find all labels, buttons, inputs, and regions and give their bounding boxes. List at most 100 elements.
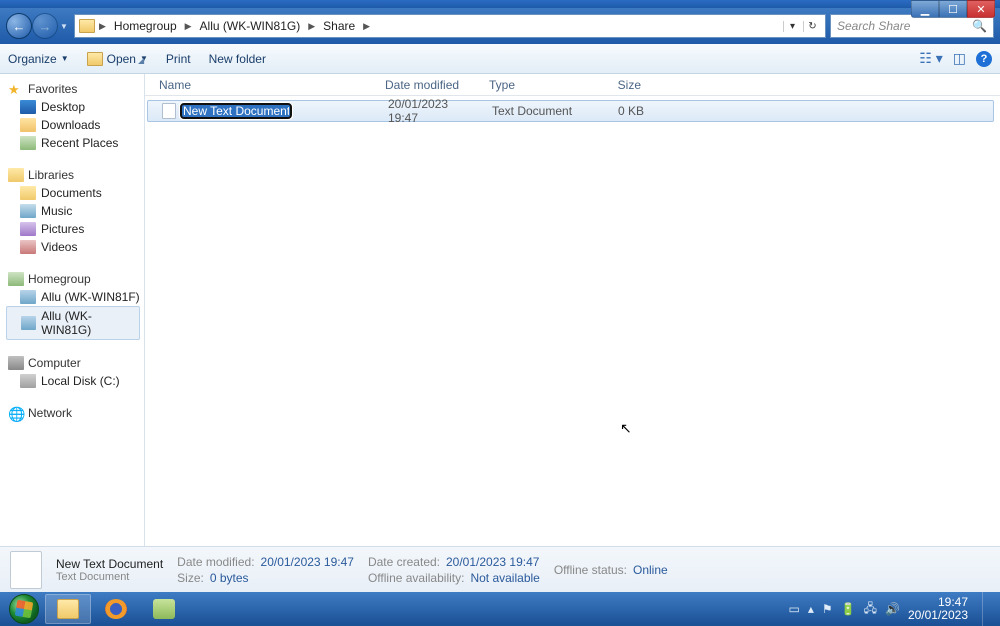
print-button[interactable]: Print [166, 52, 191, 66]
breadcrumb-item[interactable]: Homegroup [110, 17, 181, 35]
homegroup-icon [8, 272, 24, 286]
libraries-icon [8, 168, 24, 182]
file-large-icon [10, 551, 42, 589]
breadcrumb-item[interactable]: Allu (WK-WIN81G) [196, 17, 305, 35]
file-list-pane: Name Date modified Type Size 20/01/2023 … [145, 74, 1000, 546]
details-date-created-label: Date created: [368, 555, 440, 569]
battery-icon[interactable]: ▭ [789, 602, 800, 616]
text-file-icon [162, 103, 176, 119]
chevron-right-icon[interactable]: ▶ [361, 21, 372, 32]
maximize-button[interactable]: ☐ [939, 0, 967, 18]
volume-icon[interactable]: 🔊 [885, 602, 900, 616]
show-desktop-button[interactable] [982, 592, 992, 626]
sidebar-item-music[interactable]: Music [6, 202, 144, 220]
close-button[interactable]: ✕ [967, 0, 995, 18]
documents-icon [20, 186, 36, 200]
new-folder-button[interactable]: New folder [209, 52, 266, 66]
details-offline-availability-label: Offline availability: [368, 571, 465, 585]
computer-icon [8, 356, 24, 370]
sidebar-favorites-header[interactable]: ★Favorites [6, 80, 144, 98]
file-size: 0 KB [590, 104, 650, 118]
file-date: 20/01/2023 19:47 [382, 97, 486, 125]
firefox-icon [105, 599, 127, 619]
sidebar-item-recent-places[interactable]: Recent Places [6, 134, 144, 152]
details-date-modified-value: 20/01/2023 19:47 [261, 555, 354, 569]
power-icon[interactable]: 🔋 [841, 602, 856, 616]
details-size-label: Size: [177, 571, 204, 585]
breadcrumb-item[interactable]: Share [319, 17, 359, 35]
organize-button[interactable]: Organize▼ [8, 52, 69, 66]
collapse-tree-icon[interactable]: ◢ [138, 56, 144, 65]
command-bar: Organize▼ Open▼ Print New folder ☷ ▾ ◫ ? [0, 44, 1000, 74]
folder-icon [79, 19, 95, 33]
details-offline-availability-value: Not available [470, 571, 539, 585]
details-title: New Text Document [56, 557, 163, 571]
details-size-value: 0 bytes [210, 571, 249, 585]
sidebar-item-videos[interactable]: Videos [6, 238, 144, 256]
taskbar: ▭ ▴ ⚑ 🔋 🖧 🔊 19:47 20/01/2023 [0, 592, 1000, 626]
chevron-right-icon[interactable]: ▶ [183, 21, 194, 32]
preview-pane-button[interactable]: ◫ [953, 50, 966, 67]
clock[interactable]: 19:47 20/01/2023 [908, 596, 968, 622]
column-name[interactable]: Name [153, 78, 379, 92]
music-icon [20, 204, 36, 218]
start-button[interactable] [4, 592, 44, 626]
network-tray-icon[interactable]: 🖧 [864, 599, 877, 620]
column-type[interactable]: Type [483, 78, 587, 92]
sidebar-item-homegroup-user[interactable]: Allu (WK-WIN81G) [6, 306, 140, 340]
nav-buttons: ← → ▼ [6, 13, 70, 39]
address-bar[interactable]: ▶ Homegroup ▶ Allu (WK-WIN81G) ▶ Share ▶… [74, 14, 826, 38]
details-offline-status-label: Offline status: [554, 563, 627, 577]
open-icon [87, 52, 103, 66]
forward-button[interactable]: → [32, 13, 58, 39]
clock-date: 20/01/2023 [908, 609, 968, 622]
sidebar-item-documents[interactable]: Documents [6, 184, 144, 202]
tray-chevron-up-icon[interactable]: ▴ [808, 602, 814, 616]
sidebar-item-local-disk[interactable]: Local Disk (C:) [6, 372, 144, 390]
sidebar-item-downloads[interactable]: Downloads [6, 116, 144, 134]
details-subtitle: Text Document [56, 571, 163, 583]
refresh-button[interactable]: ↻ [803, 21, 821, 32]
app-icon [153, 599, 175, 619]
rename-input[interactable] [180, 103, 292, 119]
videos-icon [20, 240, 36, 254]
pictures-icon [20, 222, 36, 236]
system-tray: ▭ ▴ ⚑ 🔋 🖧 🔊 19:47 20/01/2023 [789, 592, 997, 626]
details-pane: New Text Document Text Document Date mod… [0, 546, 1000, 592]
sidebar-computer-header[interactable]: Computer [6, 354, 144, 372]
file-type: Text Document [486, 104, 590, 118]
search-placeholder: Search Share [837, 19, 910, 33]
chevron-right-icon[interactable]: ▶ [97, 21, 108, 32]
address-dropdown[interactable]: ▾ [783, 21, 801, 32]
minimize-button[interactable]: ▁ [911, 0, 939, 18]
column-headers: Name Date modified Type Size [145, 74, 1000, 96]
desktop-icon [20, 100, 36, 114]
file-row[interactable]: 20/01/2023 19:47 Text Document 0 KB [147, 100, 994, 122]
windows-orb-icon [9, 594, 39, 624]
recent-icon [20, 136, 36, 150]
chevron-right-icon[interactable]: ▶ [306, 21, 317, 32]
help-button[interactable]: ? [976, 51, 992, 67]
downloads-icon [20, 118, 36, 132]
action-center-icon[interactable]: ⚑ [822, 602, 833, 616]
view-options-button[interactable]: ☷ ▾ [919, 50, 942, 67]
nav-history-dropdown[interactable]: ▼ [58, 22, 70, 31]
sidebar-item-desktop[interactable]: Desktop [6, 98, 144, 116]
network-icon: 🌐 [8, 406, 24, 420]
sidebar-item-homegroup-user[interactable]: Allu (WK-WIN81F) [6, 288, 144, 306]
taskbar-item-firefox[interactable] [93, 594, 139, 624]
sidebar-libraries-header[interactable]: Libraries [6, 166, 144, 184]
sidebar-network-header[interactable]: 🌐Network [6, 404, 144, 422]
details-date-modified-label: Date modified: [177, 555, 254, 569]
back-button[interactable]: ← [6, 13, 32, 39]
column-date-modified[interactable]: Date modified [379, 78, 483, 92]
column-size[interactable]: Size [587, 78, 647, 92]
user-icon [21, 316, 36, 330]
sidebar-item-pictures[interactable]: Pictures [6, 220, 144, 238]
star-icon: ★ [8, 82, 24, 96]
taskbar-item-explorer[interactable] [45, 594, 91, 624]
window-controls: ▁ ☐ ✕ [911, 0, 995, 18]
title-bar [0, 0, 1000, 8]
taskbar-item-app[interactable] [141, 594, 187, 624]
sidebar-homegroup-header[interactable]: Homegroup [6, 270, 144, 288]
